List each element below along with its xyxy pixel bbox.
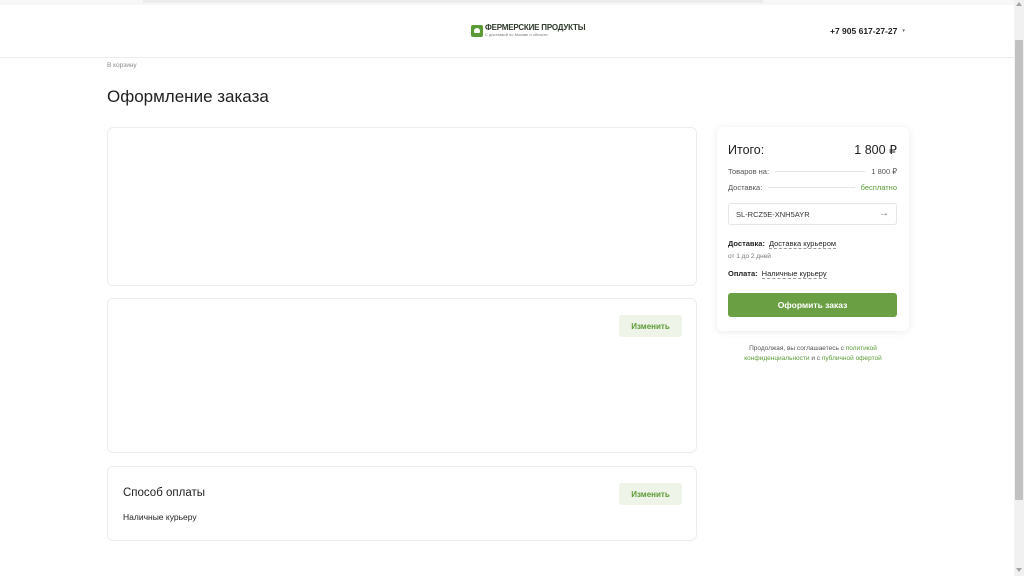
page-scrollbar[interactable] bbox=[1014, 0, 1024, 576]
scroll-up-icon[interactable] bbox=[1016, 2, 1022, 6]
goods-row: Товаров на: 1 800 ₽ bbox=[728, 167, 897, 176]
payment-method-value: Наличные курьеру bbox=[123, 512, 197, 522]
agreement-prefix: Продолжая, вы соглашаетесь с bbox=[749, 345, 846, 352]
logo-subtitle: С доставкой по Москве и области bbox=[485, 32, 548, 37]
summary-payment-value[interactable]: Наличные курьеру bbox=[761, 269, 827, 279]
delivery-cost-value: бесплатно bbox=[860, 183, 897, 192]
promo-code-input[interactable]: SL-RCZ5E-XNH5AYR → bbox=[728, 203, 897, 225]
goods-label: Товаров на: bbox=[728, 167, 770, 176]
delivery-time: от 1 до 2 дней bbox=[728, 253, 771, 260]
promo-code-value: SL-RCZ5E-XNH5AYR bbox=[736, 209, 810, 219]
change-payment-button[interactable]: Изменить bbox=[619, 483, 682, 505]
delivery-cost-label: Доставка: bbox=[728, 183, 763, 192]
delivery-cost-row: Доставка: бесплатно bbox=[728, 183, 897, 192]
phone-dropdown[interactable]: +7 905 617-27-27 ▾ bbox=[830, 26, 905, 36]
site-logo[interactable]: ФЕРМЕРСКИЕ ПРОДУКТЫ С доставкой по Москв… bbox=[471, 23, 586, 37]
dotted-divider bbox=[775, 171, 866, 172]
browser-tab-strip bbox=[143, 0, 763, 3]
chevron-down-icon: ▾ bbox=[902, 28, 905, 34]
total-label: Итого: bbox=[728, 143, 765, 157]
agreement-middle: и с bbox=[809, 355, 822, 362]
goods-value: 1 800 ₽ bbox=[871, 167, 897, 176]
payment-method-label: Оплата: bbox=[728, 269, 758, 278]
back-to-cart-link[interactable]: В корзину bbox=[107, 62, 137, 69]
logo-title: ФЕРМЕРСКИЕ ПРОДУКТЫ bbox=[485, 23, 586, 32]
summary-total-row: Итого: 1 800 ₽ bbox=[728, 142, 897, 157]
order-summary-card: Итого: 1 800 ₽ Товаров на: 1 800 ₽ Доста… bbox=[717, 127, 909, 331]
place-order-button[interactable]: Оформить заказ bbox=[728, 293, 897, 317]
logo-farm-icon bbox=[471, 24, 483, 37]
logo-text: ФЕРМЕРСКИЕ ПРОДУКТЫ С доставкой по Москв… bbox=[485, 23, 586, 37]
delivery-method-label: Доставка: bbox=[728, 239, 765, 248]
scroll-down-icon[interactable] bbox=[1016, 568, 1022, 572]
public-offer-link[interactable]: публичной офертой bbox=[822, 355, 882, 362]
payment-section-title: Способ оплаты bbox=[123, 487, 205, 499]
payment-section: Способ оплаты Наличные курьеру Изменить bbox=[107, 466, 697, 541]
site-header: ФЕРМЕРСКИЕ ПРОДУКТЫ С доставкой по Москв… bbox=[0, 5, 1014, 58]
delivery-method-row: Доставка: Доставка курьером bbox=[728, 239, 837, 249]
payment-method-row: Оплата: Наличные курьеру bbox=[728, 269, 827, 279]
delivery-method-value[interactable]: Доставка курьером bbox=[768, 239, 837, 249]
page-title: Оформление заказа bbox=[107, 87, 269, 106]
delivery-section: Изменить bbox=[107, 298, 697, 453]
arrow-right-icon[interactable]: → bbox=[879, 209, 889, 219]
scrollbar-thumb[interactable] bbox=[1015, 40, 1023, 500]
change-delivery-button[interactable]: Изменить bbox=[619, 315, 682, 337]
contacts-section bbox=[107, 127, 697, 286]
agreement-text: Продолжая, вы соглашаетесь с политикой к… bbox=[717, 344, 909, 364]
dotted-divider bbox=[768, 187, 855, 188]
phone-number: +7 905 617-27-27 bbox=[830, 26, 898, 36]
total-value: 1 800 ₽ bbox=[854, 143, 897, 157]
